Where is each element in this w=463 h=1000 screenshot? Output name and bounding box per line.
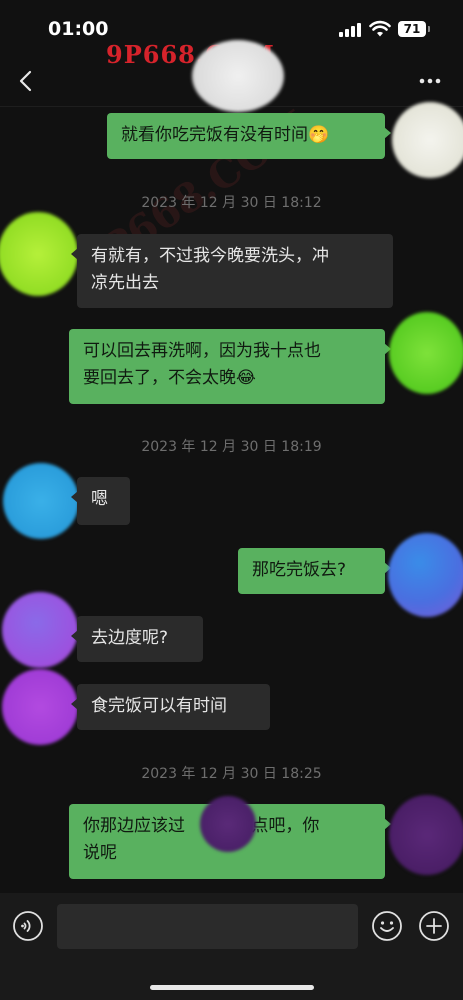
- message-text: 嗯: [91, 489, 108, 509]
- message-bubble-outgoing[interactable]: 可以回去再洗啊，因为我十点也 要回去了，不会太晚😂: [69, 329, 391, 404]
- message-bubble-incoming[interactable]: 食完饭可以有时间: [71, 684, 270, 730]
- redaction-blob: [192, 40, 284, 112]
- message-text: 去边度呢?: [91, 628, 169, 648]
- message-bubble-outgoing[interactable]: 就看你吃完饭有没有时间🤭: [107, 113, 391, 159]
- status-time: 01:00: [48, 18, 109, 40]
- more-dots-icon[interactable]: [415, 68, 445, 94]
- timestamp: 2023 年 12 月 30 日 18:19: [141, 439, 322, 455]
- wifi-icon: [369, 20, 391, 37]
- battery-tip: [428, 26, 430, 32]
- avatar[interactable]: [0, 212, 78, 296]
- avatar[interactable]: [3, 463, 79, 539]
- avatar[interactable]: [388, 533, 463, 617]
- message-text: 那吃完饭去?: [252, 560, 347, 580]
- cellular-signal-icon: [339, 23, 363, 37]
- message-text: 食完饭可以有时间: [91, 696, 227, 716]
- message-bubble-incoming[interactable]: 去边度呢?: [71, 616, 203, 662]
- chevron-left-icon[interactable]: [14, 68, 40, 94]
- avatar[interactable]: [389, 312, 463, 394]
- avatar[interactable]: [389, 795, 463, 875]
- message-text-line: 有就有，不过我今晚要洗头，冲: [91, 246, 329, 266]
- home-indicator[interactable]: [150, 985, 314, 990]
- message-text-line: 可以回去再洗啊，因为我十点也: [83, 341, 321, 361]
- timestamp: 2023 年 12 月 30 日 18:12: [141, 195, 322, 211]
- redaction-blob: [200, 796, 256, 852]
- message-text: 就看你吃完饭有没有时间🤭: [121, 125, 330, 145]
- message-text-line: 要回去了，不会太晚😂: [83, 368, 256, 388]
- avatar[interactable]: [392, 102, 463, 178]
- timestamp: 2023 年 12 月 30 日 18:25: [141, 766, 322, 782]
- message-bubble-incoming[interactable]: 嗯: [71, 477, 130, 525]
- message-bubble-incoming[interactable]: 有就有，不过我今晚要洗头，冲 凉先出去: [71, 234, 393, 308]
- avatar[interactable]: [2, 592, 78, 668]
- message-input[interactable]: [57, 904, 358, 949]
- avatar[interactable]: [2, 669, 78, 745]
- battery-indicator: 71: [398, 21, 426, 37]
- message-bubble-outgoing[interactable]: 那吃完饭去?: [238, 548, 391, 594]
- plus-icon[interactable]: [418, 910, 450, 942]
- message-text-line: 凉先出去: [91, 273, 159, 293]
- voice-icon[interactable]: [12, 910, 44, 942]
- emoji-icon[interactable]: [371, 910, 403, 942]
